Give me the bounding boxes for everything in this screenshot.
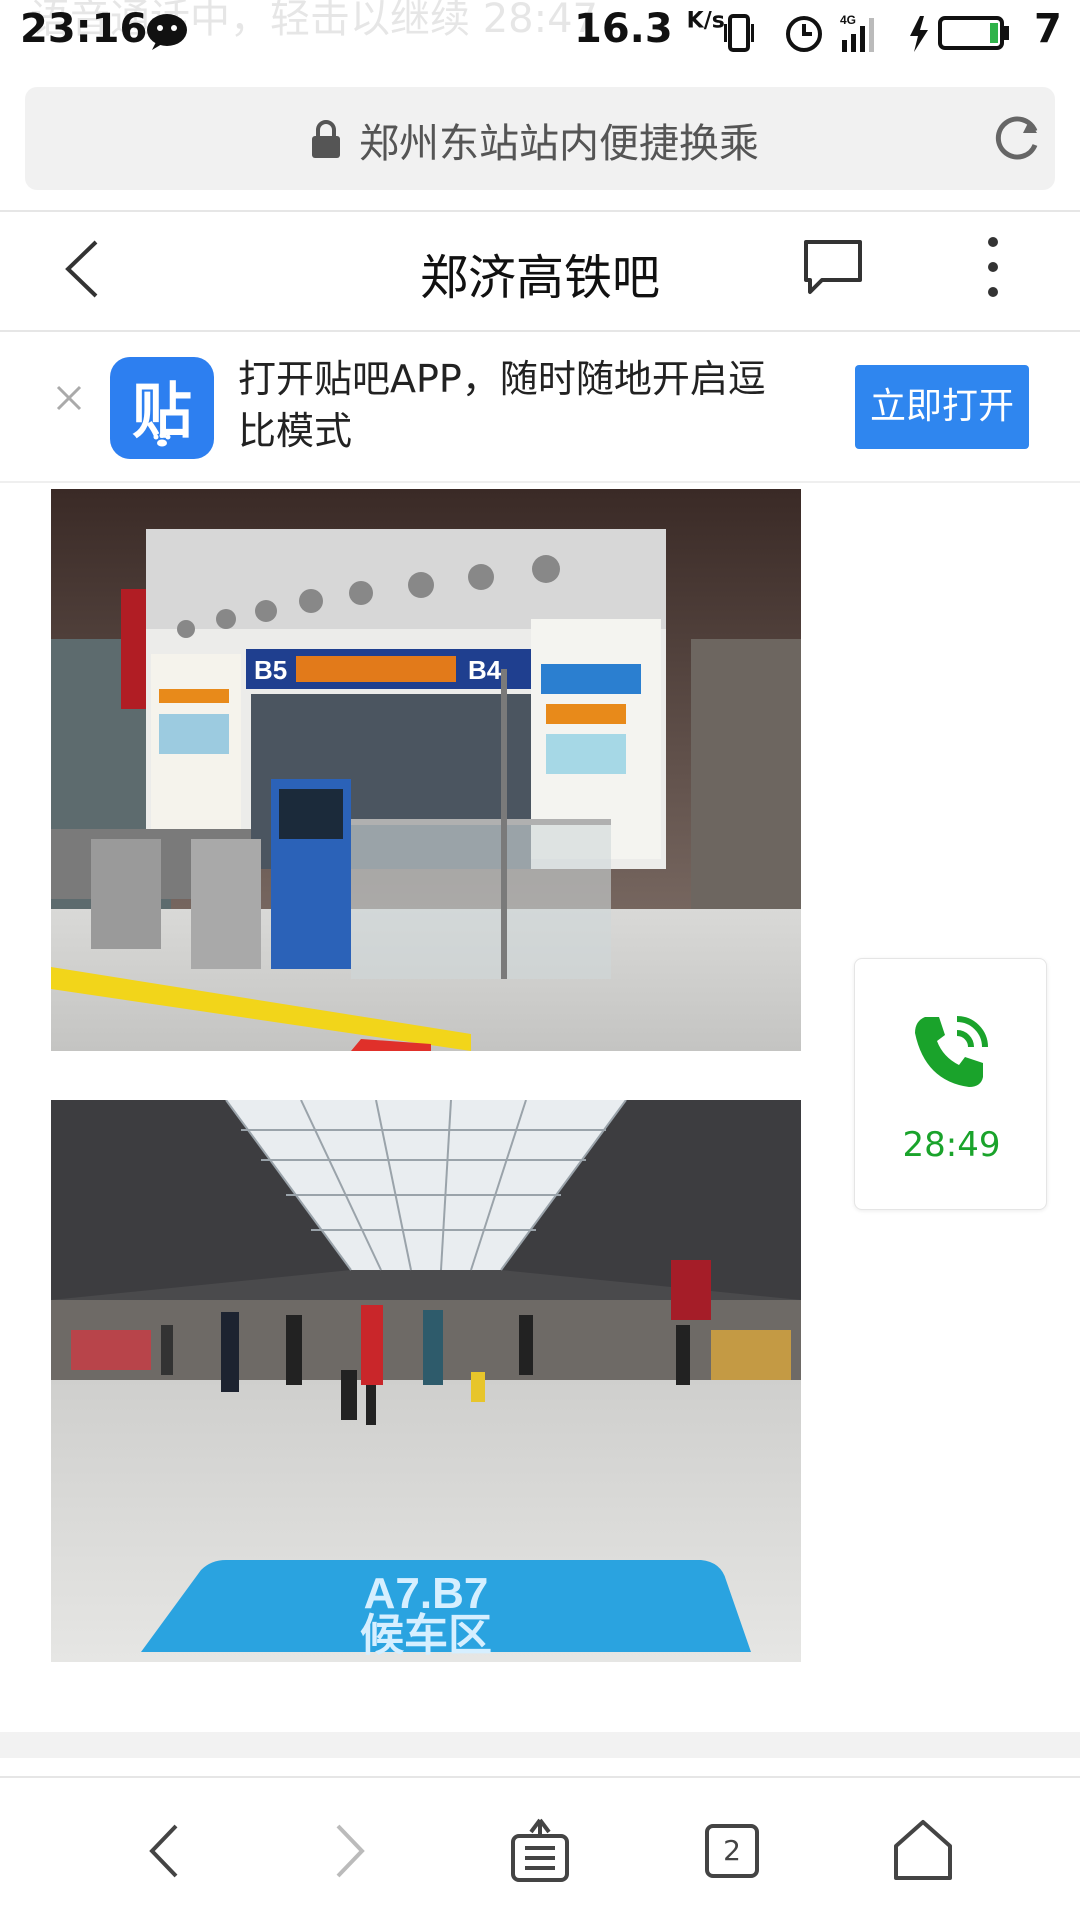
charging-icon <box>910 16 928 52</box>
paw-icon <box>153 433 171 447</box>
status-icons: 4G <box>724 13 1009 52</box>
tabs-button[interactable]: 2 <box>705 1824 759 1878</box>
nav-back-icon[interactable] <box>130 1816 200 1886</box>
sign-b5: B5 <box>254 655 287 685</box>
reload-icon[interactable] <box>991 111 1045 165</box>
waiting-hall-photo[interactable]: A7.B7 候车区 <box>51 1100 801 1662</box>
url-bar[interactable]: 郑州东站站内便捷换乘 <box>25 87 1055 190</box>
comment-icon[interactable] <box>802 236 864 298</box>
title-bar: 郑济高铁吧 <box>0 212 1080 330</box>
network-speed: 16.3 K/s <box>574 6 725 52</box>
wechat-icon <box>147 14 187 50</box>
more-options-icon[interactable] <box>980 234 1006 300</box>
bottom-navigation: 2 <box>0 1776 1080 1920</box>
station-gate-photo[interactable]: B5 B4 <box>51 489 801 1051</box>
divider <box>0 330 1080 332</box>
share-icon[interactable] <box>505 1816 575 1886</box>
status-bar: 语音通话中，轻击以继续 28:47 23:16 16.3 K/s 4G 7 <box>0 0 1080 66</box>
app-download-banner: 贴 打开贴吧APP，随时随地开启逗比模式 立即打开 <box>0 333 1080 481</box>
battery-level: 7 <box>1034 6 1062 52</box>
phone-call-icon <box>915 1016 988 1087</box>
alarm-icon <box>786 16 822 52</box>
page-url-title[interactable]: 郑州东站站内便捷换乘 <box>359 111 759 169</box>
section-separator <box>0 1732 1080 1758</box>
lock-icon <box>312 120 340 158</box>
nav-forward-icon[interactable] <box>314 1816 384 1886</box>
banner-message: 打开贴吧APP，随时随地开启逗比模式 <box>238 357 766 453</box>
home-icon[interactable] <box>888 1816 958 1886</box>
tieba-logo: 贴 <box>110 357 214 459</box>
ongoing-call-widget[interactable]: 28:49 <box>854 958 1047 1210</box>
call-duration: 28:49 <box>902 1125 1001 1165</box>
battery-icon <box>938 16 1009 50</box>
sign-b4: B4 <box>468 655 502 685</box>
floor-sign-line2: 候车区 <box>360 1610 492 1661</box>
network-speed-unit: K/s <box>686 8 725 34</box>
divider <box>0 481 1080 483</box>
signal-4g-icon: 4G <box>840 13 874 52</box>
page-title: 郑济高铁吧 <box>419 250 660 306</box>
status-time: 23:16 <box>20 6 148 52</box>
close-icon[interactable] <box>50 379 88 417</box>
tab-count: 2 <box>723 1834 741 1867</box>
svg-text:4G: 4G <box>840 13 856 27</box>
open-app-button[interactable]: 立即打开 <box>855 365 1029 449</box>
network-speed-value: 16.3 <box>574 6 673 52</box>
vibrate-icon <box>724 14 754 52</box>
